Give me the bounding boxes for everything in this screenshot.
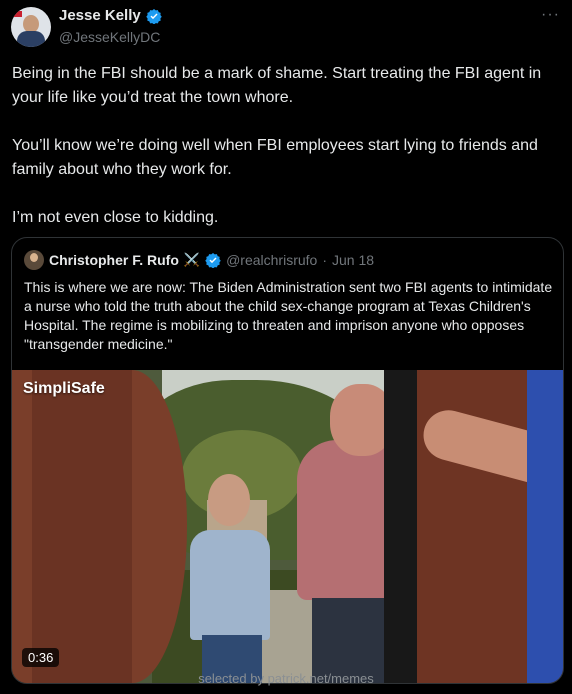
quote-author-handle[interactable]: @realchrisrufo (226, 252, 317, 268)
separator-dot: · (322, 252, 327, 268)
video-person-head (208, 474, 250, 526)
quote-author-name[interactable]: Christopher F. Rufo (49, 252, 179, 268)
video-brick-wall (32, 370, 132, 683)
swords-emoji-icon: ⚔️ (183, 252, 201, 267)
video-person (190, 530, 270, 640)
video-overlay-label: SimpliSafe (23, 380, 105, 397)
quoted-tweet[interactable]: Christopher F. Rufo ⚔️ @realchrisrufo · … (11, 237, 564, 684)
video-door-frame (384, 370, 420, 683)
tweet-paragraph: Being in the FBI should be a mark of sha… (12, 65, 542, 106)
quote-author-avatar[interactable] (24, 250, 44, 270)
quote-header: Christopher F. Rufo ⚔️ @realchrisrufo · … (24, 250, 374, 270)
author-avatar[interactable] (11, 7, 51, 47)
author-handle[interactable]: @JesseKellyDC (59, 29, 160, 45)
verified-badge-icon (205, 253, 221, 268)
flag-badge-icon (13, 11, 22, 17)
quote-text: This is where we are now: The Biden Admi… (24, 279, 553, 352)
verified-badge-icon (146, 8, 162, 24)
video-duration: 0:36 (22, 648, 60, 667)
author-name[interactable]: Jesse Kelly (59, 7, 141, 24)
quote-date[interactable]: Jun 18 (332, 252, 374, 268)
avatar-body (17, 31, 45, 47)
more-options-icon[interactable]: ··· (541, 6, 560, 24)
watermark: selected by patrick.net/memes (198, 671, 374, 686)
tweet-paragraph: I’m not even close to kidding. (12, 209, 219, 226)
video-person-shirt (527, 370, 563, 683)
author-name-row: Jesse Kelly (59, 7, 162, 24)
video-player[interactable]: SimpliSafe 0:36 (12, 370, 563, 683)
tweet-text: Being in the FBI should be a mark of sha… (12, 62, 560, 230)
tweet-paragraph: You’ll know we’re doing well when FBI em… (12, 137, 538, 178)
